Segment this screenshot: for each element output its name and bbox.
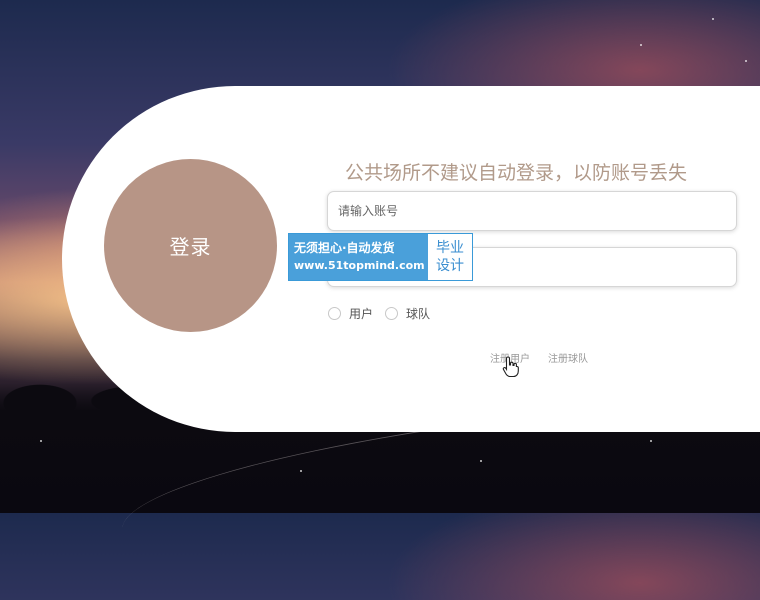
role-option-team[interactable]: 球队 bbox=[385, 305, 430, 322]
login-circle-label: 登录 bbox=[169, 235, 212, 259]
star bbox=[712, 18, 714, 20]
hand-pointer-icon bbox=[502, 356, 519, 378]
star bbox=[40, 440, 42, 442]
star bbox=[480, 460, 482, 462]
watermark-text-block: 无须担心·自动发货 www.51topmind.com bbox=[289, 234, 428, 280]
role-label-team: 球队 bbox=[406, 307, 431, 321]
star bbox=[745, 60, 747, 62]
watermark-badge: 毕业 设计 bbox=[428, 234, 472, 280]
role-option-user[interactable]: 用户 bbox=[328, 305, 373, 322]
star bbox=[640, 44, 642, 46]
username-input[interactable] bbox=[328, 192, 736, 230]
watermark-url: www.51topmind.com bbox=[294, 259, 425, 272]
radio-circle-icon[interactable] bbox=[328, 307, 341, 320]
star bbox=[300, 470, 302, 472]
watermark-slogan: 无须担心·自动发货 bbox=[294, 241, 395, 255]
security-notice: 公共场所不建议自动登录，以防账号丢失 bbox=[345, 162, 688, 184]
role-radio-group: 用户 球队 bbox=[328, 305, 442, 322]
login-circle: 登录 bbox=[104, 159, 277, 332]
watermark-banner: 无须担心·自动发货 www.51topmind.com 毕业 设计 bbox=[288, 233, 473, 281]
watermark-badge-line1: 毕业 bbox=[436, 240, 464, 256]
watermark-badge-line2: 设计 bbox=[436, 258, 464, 274]
star bbox=[650, 440, 652, 442]
username-field[interactable] bbox=[327, 191, 737, 231]
role-label-user: 用户 bbox=[349, 307, 374, 321]
radio-circle-icon[interactable] bbox=[385, 307, 399, 320]
register-team-link[interactable]: 注册球队 bbox=[548, 350, 588, 365]
